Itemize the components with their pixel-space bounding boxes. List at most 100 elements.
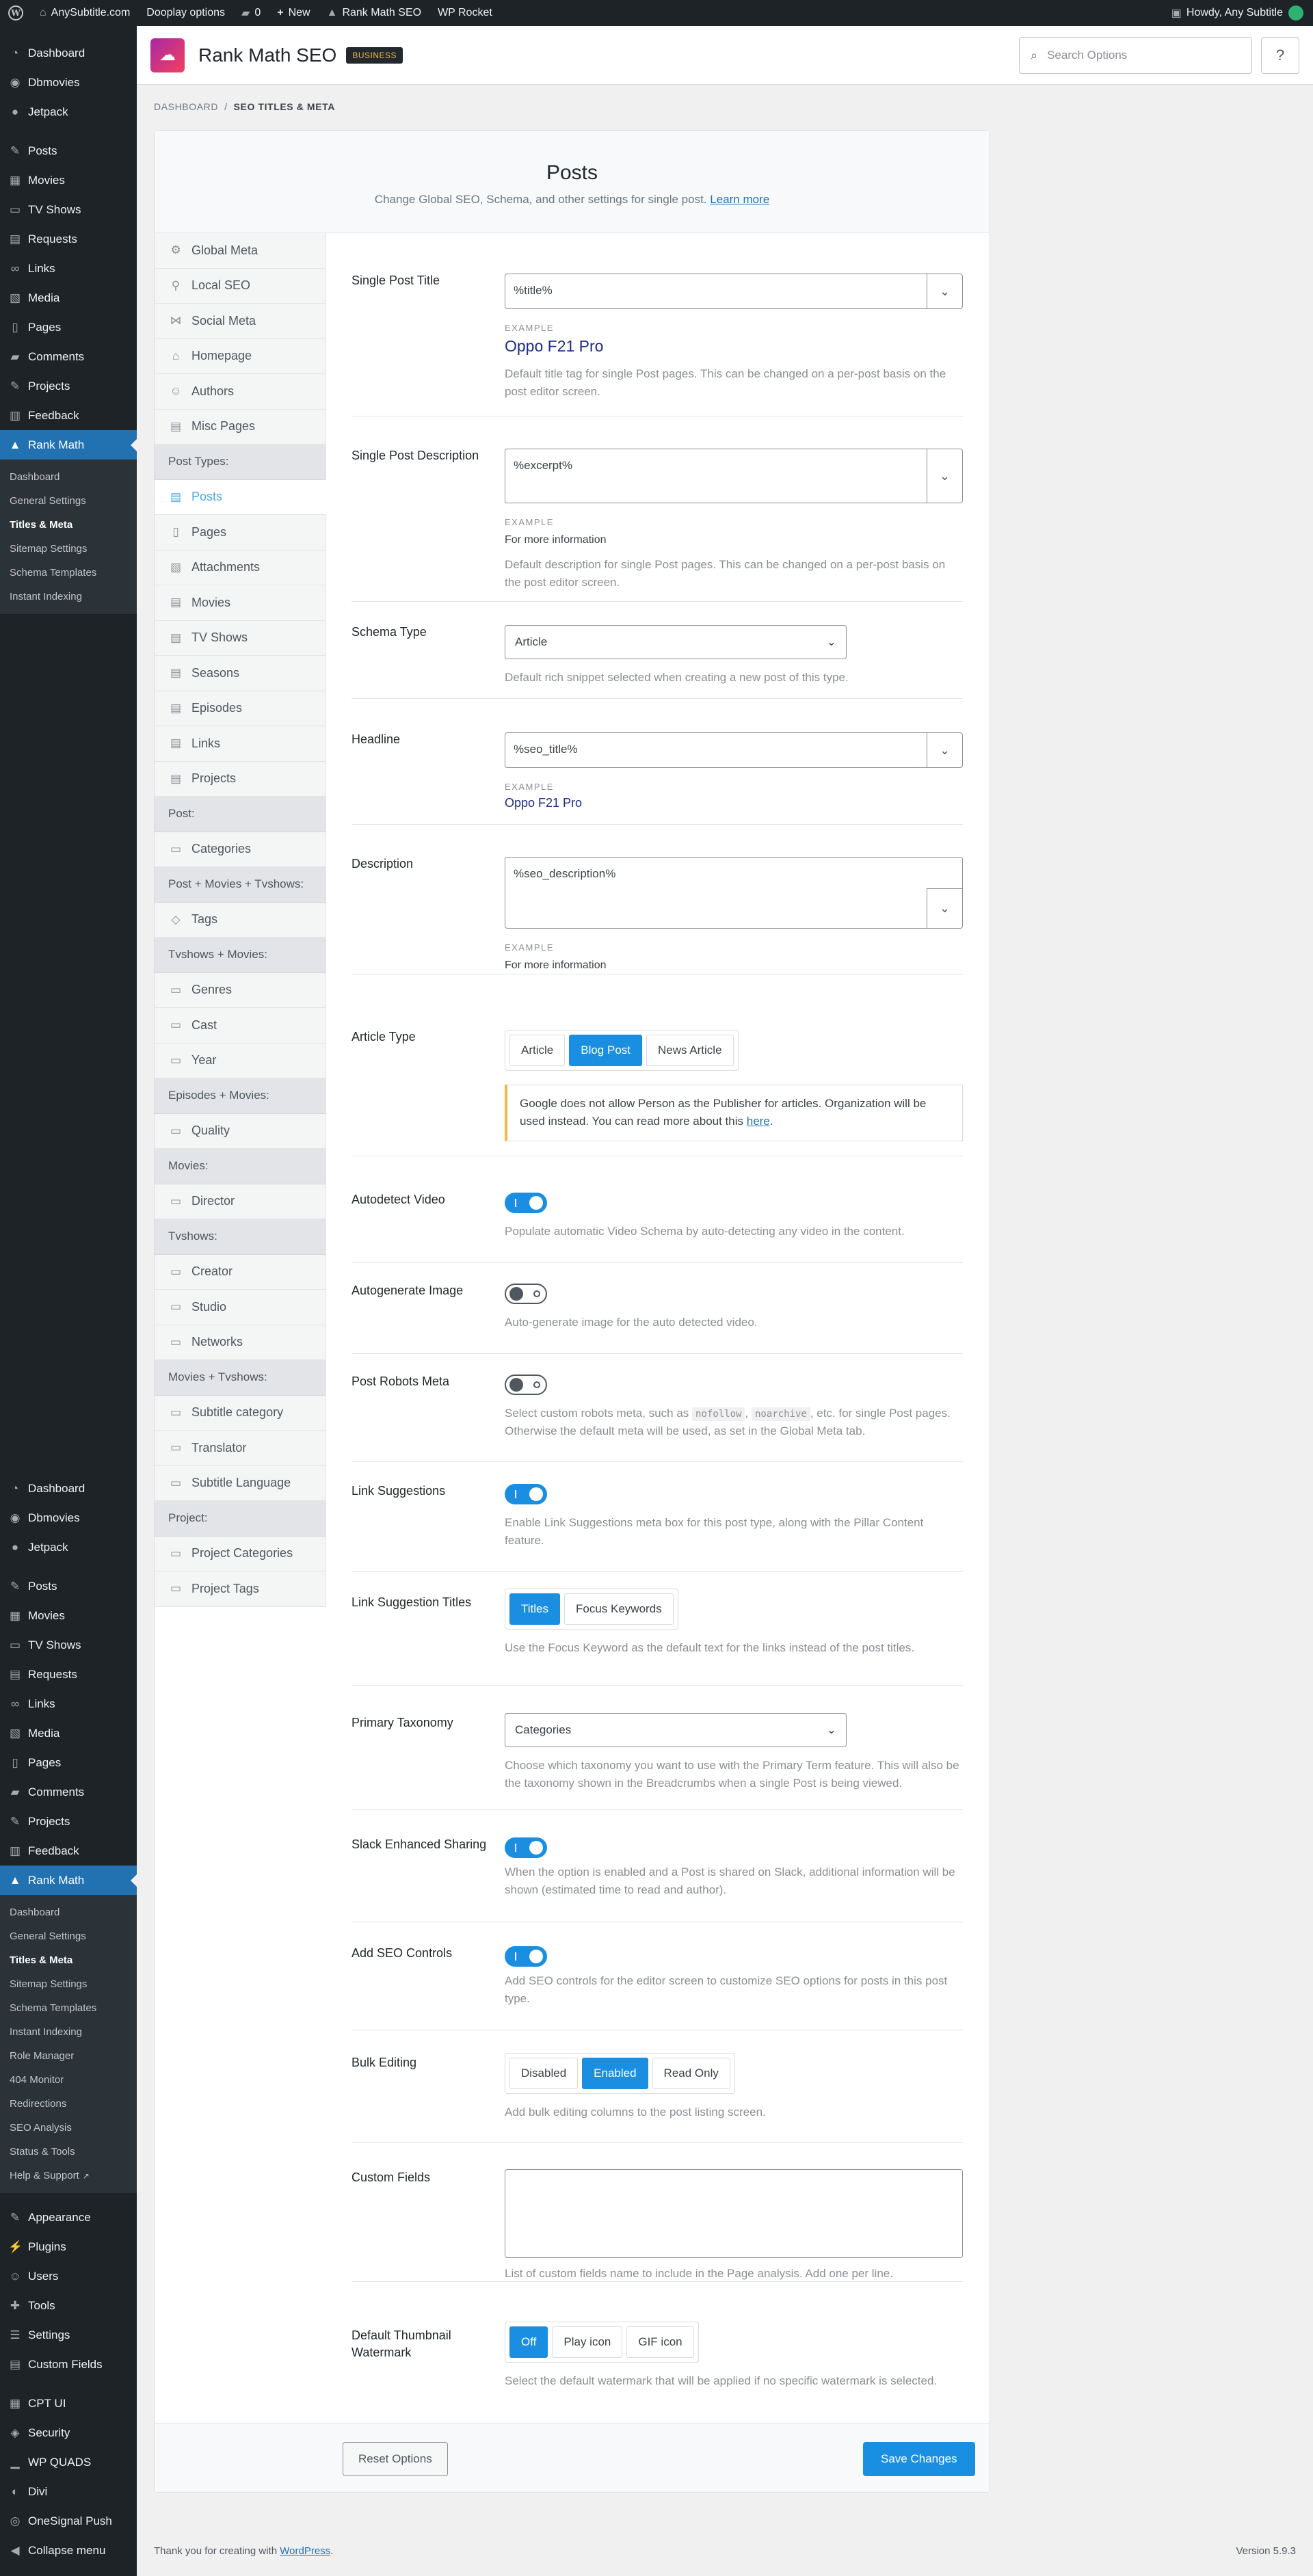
nav-categories[interactable]: ▭ Categories <box>155 832 326 867</box>
menu-tools[interactable]: ✚ Tools <box>0 2291 137 2320</box>
autodetect-video-toggle[interactable] <box>505 1193 547 1213</box>
nav-genres[interactable]: ▭ Genres <box>155 972 326 1008</box>
nav-creator[interactable]: ▭ Creator <box>155 1254 326 1290</box>
nav-cast[interactable]: ▭ Cast <box>155 1008 326 1044</box>
howdy-link[interactable]: Howdy, Any Subtitle <box>1186 7 1283 19</box>
avatar[interactable] <box>1288 5 1303 21</box>
menu-appearance[interactable]: ✎ Appearance <box>0 2203 137 2232</box>
menu-wp-quads[interactable]: ▁ WP QUADS <box>0 2447 137 2477</box>
nav-posts[interactable]: ▤ Posts <box>155 479 326 515</box>
search-options-input[interactable]: ⌕ Search Options <box>1019 37 1252 74</box>
nav-global-meta[interactable]: ⚙ Global Meta <box>155 233 326 269</box>
autogenerate-image-toggle[interactable] <box>505 1284 547 1304</box>
nav-social-meta[interactable]: ⋈ Social Meta <box>155 304 326 339</box>
seo-controls-toggle[interactable] <box>505 1946 547 1967</box>
description-input[interactable]: %seo_description% ⌄ <box>505 857 963 929</box>
submenu-dashboard[interactable]: Dashboard <box>0 465 137 489</box>
nav-quality[interactable]: ▭ Quality <box>155 1113 326 1149</box>
menu-divi[interactable]: ◐ Divi <box>0 2477 137 2506</box>
menu-dbmovies[interactable]: ◉ Dbmovies <box>0 1503 137 1532</box>
menu-onesignal[interactable]: ◎ OneSignal Push <box>0 2506 137 2536</box>
menu-feedback[interactable]: ▥ Feedback <box>0 1836 137 1865</box>
bulk-editing-disabled[interactable]: Disabled <box>509 2058 579 2089</box>
nav-seasons[interactable]: ▤ Seasons <box>155 656 326 691</box>
submenu-sitemap-settings[interactable]: Sitemap Settings <box>0 537 137 561</box>
submenu-role-manager[interactable]: Role Manager <box>0 2044 137 2068</box>
menu-collapse[interactable]: ◀ Collapse menu <box>0 2536 137 2565</box>
menu-pages[interactable]: ▯ Pages <box>0 313 137 342</box>
learn-more-link[interactable]: Learn more <box>710 193 769 206</box>
variables-button[interactable]: ⌄ <box>927 888 962 928</box>
submenu-instant-indexing[interactable]: Instant Indexing <box>0 585 137 609</box>
breadcrumb-dashboard[interactable]: DASHBOARD <box>154 101 218 112</box>
menu-users[interactable]: ☺ Users <box>0 2261 137 2291</box>
menu-tv-shows[interactable]: ▭ TV Shows <box>0 1630 137 1660</box>
nav-pages[interactable]: ▯ Pages <box>155 515 326 550</box>
nav-project-categories[interactable]: ▭ Project Categories <box>155 1536 326 1571</box>
variables-button[interactable]: ⌄ <box>927 733 962 767</box>
save-changes-button[interactable]: Save Changes <box>863 2442 975 2476</box>
nav-local-seo[interactable]: ⚲ Local SEO <box>155 268 326 304</box>
menu-settings[interactable]: ☰ Settings <box>0 2320 137 2350</box>
menu-cpt-ui[interactable]: ▦ CPT UI <box>0 2389 137 2418</box>
custom-fields-textarea[interactable] <box>505 2169 963 2258</box>
menu-jetpack[interactable]: ● Jetpack <box>0 97 137 127</box>
nav-studio[interactable]: ▭ Studio <box>155 1290 326 1325</box>
submenu-sitemap-settings[interactable]: Sitemap Settings <box>0 1972 137 1996</box>
nav-homepage[interactable]: ⌂ Homepage <box>155 338 326 374</box>
menu-plugins[interactable]: ⚡ Plugins <box>0 2232 137 2261</box>
article-type-article[interactable]: Article <box>509 1035 566 1066</box>
submenu-seo-analysis[interactable]: SEO Analysis <box>0 2116 137 2140</box>
nav-misc-pages[interactable]: ▤ Misc Pages <box>155 409 326 444</box>
single-post-title-input[interactable]: %title% ⌄ <box>505 274 963 309</box>
submenu-instant-indexing[interactable]: Instant Indexing <box>0 2020 137 2044</box>
nav-tv-shows[interactable]: ▤ TV Shows <box>155 620 326 656</box>
submenu-404-monitor[interactable]: 404 Monitor <box>0 2068 137 2092</box>
nav-movies[interactable]: ▤ Movies <box>155 585 326 621</box>
submenu-titles-meta[interactable]: Titles & Meta <box>0 1948 137 1972</box>
nav-year[interactable]: ▭ Year <box>155 1043 326 1078</box>
menu-dashboard[interactable]: ◔ Dashboard <box>0 38 137 68</box>
menu-requests[interactable]: ▤ Requests <box>0 224 137 254</box>
menu-requests[interactable]: ▤ Requests <box>0 1660 137 1689</box>
menu-movies[interactable]: ▦ Movies <box>0 165 137 195</box>
help-button[interactable]: ? <box>1261 37 1299 74</box>
submenu-help-support[interactable]: Help & Support ↗ <box>0 2164 137 2188</box>
link-suggestions-toggle[interactable] <box>505 1484 547 1504</box>
menu-pages[interactable]: ▯ Pages <box>0 1748 137 1777</box>
rank-math-link[interactable]: ▲ Rank Math SEO <box>319 0 429 26</box>
nav-subtitle-category[interactable]: ▭ Subtitle category <box>155 1395 326 1431</box>
menu-security[interactable]: ◈ Security <box>0 2418 137 2447</box>
menu-posts[interactable]: ✎ Posts <box>0 136 137 165</box>
nav-translator[interactable]: ▭ Translator <box>155 1431 326 1466</box>
wp-rocket-link[interactable]: WP Rocket <box>429 0 501 26</box>
nav-attachments[interactable]: ▧ Attachments <box>155 550 326 585</box>
menu-rank-math[interactable]: ▲ Rank Math <box>0 430 137 460</box>
submenu-general-settings[interactable]: General Settings <box>0 1924 137 1948</box>
new-content-link[interactable]: + New <box>269 0 318 26</box>
single-post-description-input[interactable]: %excerpt% ⌄ <box>505 449 963 503</box>
bulk-editing-enabled[interactable]: Enabled <box>582 2058 648 2089</box>
schema-type-select[interactable]: Article ⌄ <box>505 625 847 659</box>
submenu-status-tools[interactable]: Status & Tools <box>0 2140 137 2164</box>
menu-tv-shows[interactable]: ▭ TV Shows <box>0 195 137 224</box>
comments-link[interactable]: ▰ 0 <box>233 0 269 26</box>
menu-dashboard[interactable]: ◔ Dashboard <box>0 1474 137 1503</box>
wordpress-link[interactable]: WordPress <box>280 2545 330 2557</box>
notice-link[interactable]: here <box>747 1115 770 1128</box>
menu-posts[interactable]: ✎ Posts <box>0 1571 137 1601</box>
menu-links[interactable]: ∞ Links <box>0 1689 137 1718</box>
variables-button[interactable]: ⌄ <box>927 274 962 308</box>
menu-rank-math[interactable]: ▲ Rank Math <box>0 1865 137 1895</box>
menu-links[interactable]: ∞ Links <box>0 254 137 283</box>
menu-jetpack[interactable]: ● Jetpack <box>0 1532 137 1562</box>
site-name-link[interactable]: ⌂ AnySubtitle.com <box>31 0 138 26</box>
menu-custom-fields[interactable]: ▤ Custom Fields <box>0 2350 137 2379</box>
nav-director[interactable]: ▭ Director <box>155 1184 326 1219</box>
submenu-titles-meta[interactable]: Titles & Meta <box>0 513 137 537</box>
submenu-schema-templates[interactable]: Schema Templates <box>0 561 137 585</box>
nav-projects[interactable]: ▤ Projects <box>155 761 326 797</box>
link-titles-focus-keywords[interactable]: Focus Keywords <box>564 1593 674 1625</box>
bulk-editing-read-only[interactable]: Read Only <box>652 2058 730 2089</box>
submenu-dashboard[interactable]: Dashboard <box>0 1900 137 1924</box>
